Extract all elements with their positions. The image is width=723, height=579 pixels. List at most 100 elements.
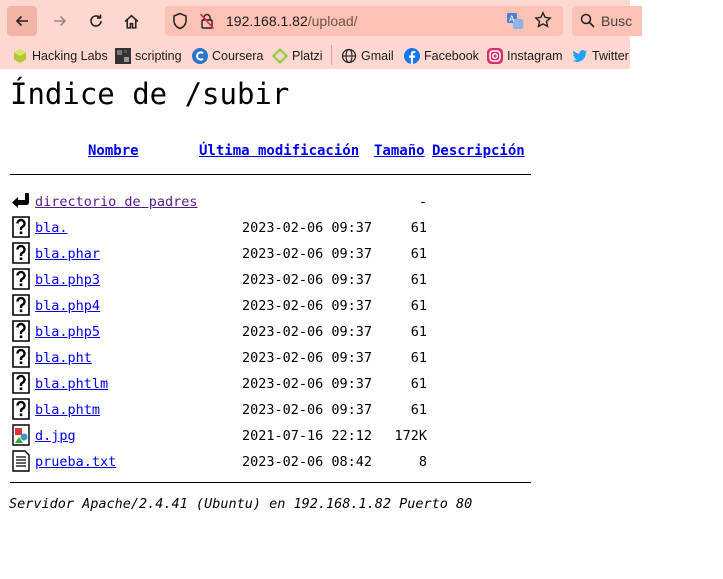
navigation-toolbar: 192.168.1.82/upload/ A Busc <box>0 0 642 42</box>
search-icon <box>580 13 595 33</box>
unknown-file-icon <box>12 216 30 238</box>
bookmark-label: Gmail <box>361 49 394 63</box>
globe-icon <box>341 48 357 64</box>
bookmark-label: Facebook <box>424 49 479 63</box>
file-link[interactable]: prueba.txt <box>35 454 116 470</box>
file-date: 2023-02-06 09:37 <box>242 324 373 340</box>
forward-arrow-icon <box>54 15 67 27</box>
bookmark-gmail[interactable]: Gmail <box>341 46 394 66</box>
bookmark-platzi[interactable]: Platzi <box>272 46 323 66</box>
bookmarks-toolbar: Hacking Labs scripting Coursera Platzi G… <box>0 42 630 69</box>
bookmark-instagram[interactable]: Instagram <box>487 46 563 66</box>
file-link[interactable]: bla.phar <box>35 246 100 262</box>
scripting-icon <box>115 48 131 64</box>
file-date: 2023-02-06 08:42 <box>242 454 373 470</box>
file-link[interactable]: bla.phtlm <box>35 376 108 392</box>
table-row: bla.phtlm 2023-02-06 09:37 61 <box>0 372 540 401</box>
search-placeholder: Busc <box>601 13 633 29</box>
file-date: 2023-02-06 09:37 <box>242 246 373 262</box>
facebook-icon <box>404 48 420 64</box>
table-row: prueba.txt 2023-02-06 08:42 8 <box>0 450 540 479</box>
insecure-lock-icon[interactable] <box>199 12 215 35</box>
file-size: 61 <box>410 376 427 392</box>
text-file-icon <box>12 450 30 472</box>
sort-by-size-link[interactable]: Tamaño <box>374 143 425 159</box>
server-signature: Servidor Apache/2.4.41 (Ubuntu) en 192.1… <box>9 496 473 512</box>
svg-text:A: A <box>509 15 515 24</box>
file-date: 2021-07-16 22:12 <box>242 428 373 444</box>
column-header-modified[interactable]: Última modificación <box>199 143 359 159</box>
file-link[interactable]: bla.pht <box>35 350 92 366</box>
table-row: bla.phar 2023-02-06 09:37 61 <box>0 242 540 271</box>
file-size: 61 <box>410 324 427 340</box>
tracking-shield-icon[interactable] <box>172 12 188 35</box>
bookmark-separator <box>331 45 332 65</box>
page-title: Índice de /subir <box>10 77 290 111</box>
bookmark-coursera[interactable]: Coursera <box>192 46 263 66</box>
sort-by-modified-link[interactable]: Última modificación <box>199 143 359 159</box>
file-link[interactable]: bla.php4 <box>35 298 100 314</box>
file-size: 61 <box>410 272 427 288</box>
table-row-parent: directorio de padres - <box>0 193 540 219</box>
address-bar[interactable]: 192.168.1.82/upload/ A <box>165 6 563 36</box>
table-row: bla.php3 2023-02-06 09:37 61 <box>0 268 540 297</box>
unknown-file-icon <box>12 398 30 420</box>
url-text[interactable]: 192.168.1.82/upload/ <box>226 13 358 29</box>
file-size: 61 <box>410 350 427 366</box>
file-date: 2023-02-06 09:37 <box>242 402 373 418</box>
header-divider <box>10 174 531 175</box>
bookmark-scripting[interactable]: scripting <box>115 46 182 66</box>
file-link[interactable]: bla.phtm <box>35 402 100 418</box>
unknown-file-icon <box>12 294 30 316</box>
table-row: bla.php5 2023-02-06 09:37 61 <box>0 320 540 349</box>
search-bar[interactable]: Busc <box>572 6 642 36</box>
sort-by-name-link[interactable]: Nombre <box>88 143 139 159</box>
file-size: 61 <box>410 298 427 314</box>
twitter-icon <box>572 48 588 64</box>
bookmark-label: Instagram <box>507 49 563 63</box>
home-icon <box>124 14 138 29</box>
bookmark-label: Hacking Labs <box>32 49 108 63</box>
column-header-description[interactable]: Descripción <box>432 143 525 159</box>
back-button[interactable] <box>7 6 37 36</box>
column-header-name[interactable]: Nombre <box>88 143 139 159</box>
platzi-icon <box>272 48 288 64</box>
file-size: 172K <box>394 428 427 444</box>
home-button[interactable] <box>116 6 146 36</box>
bookmark-label: scripting <box>135 49 182 63</box>
footer-divider <box>10 482 531 483</box>
table-row: d.jpg 2021-07-16 22:12 172K <box>0 424 540 453</box>
table-row: bla.pht 2023-02-06 09:37 61 <box>0 346 540 375</box>
file-link[interactable]: d.jpg <box>35 428 76 444</box>
url-host: 192.168.1.82 <box>226 13 308 29</box>
bookmark-twitter[interactable]: Twitter <box>572 46 629 66</box>
file-date: 2023-02-06 09:37 <box>242 376 373 392</box>
unknown-file-icon <box>12 346 30 368</box>
hacking-labs-icon <box>12 48 28 64</box>
translate-icon[interactable]: A <box>506 12 524 35</box>
file-size: 61 <box>410 246 427 262</box>
reload-button[interactable] <box>81 6 111 36</box>
forward-button[interactable] <box>45 6 75 36</box>
back-folder-icon <box>12 193 29 208</box>
instagram-icon <box>487 48 503 64</box>
bookmark-star-icon[interactable] <box>534 11 552 34</box>
coursera-icon <box>192 48 208 64</box>
sort-by-description-link[interactable]: Descripción <box>432 143 525 159</box>
url-path: /upload/ <box>307 13 358 29</box>
bookmark-label: Twitter <box>592 49 629 63</box>
file-link[interactable]: bla.php3 <box>35 272 100 288</box>
file-link[interactable]: bla. <box>35 220 68 236</box>
bookmark-hacking-labs[interactable]: Hacking Labs <box>12 46 108 66</box>
file-date: 2023-02-06 09:37 <box>242 220 373 236</box>
back-arrow-icon <box>15 15 28 27</box>
parent-directory-link[interactable]: directorio de padres <box>35 194 198 210</box>
file-size: - <box>418 194 427 210</box>
file-date: 2023-02-06 09:37 <box>242 298 373 314</box>
unknown-file-icon <box>12 268 30 290</box>
file-link[interactable]: bla.php5 <box>35 324 100 340</box>
bookmark-facebook[interactable]: Facebook <box>404 46 479 66</box>
column-header-size[interactable]: Tamaño <box>374 143 425 159</box>
table-row: bla.phtm 2023-02-06 09:37 61 <box>0 398 540 427</box>
file-date: 2023-02-06 09:37 <box>242 272 373 288</box>
